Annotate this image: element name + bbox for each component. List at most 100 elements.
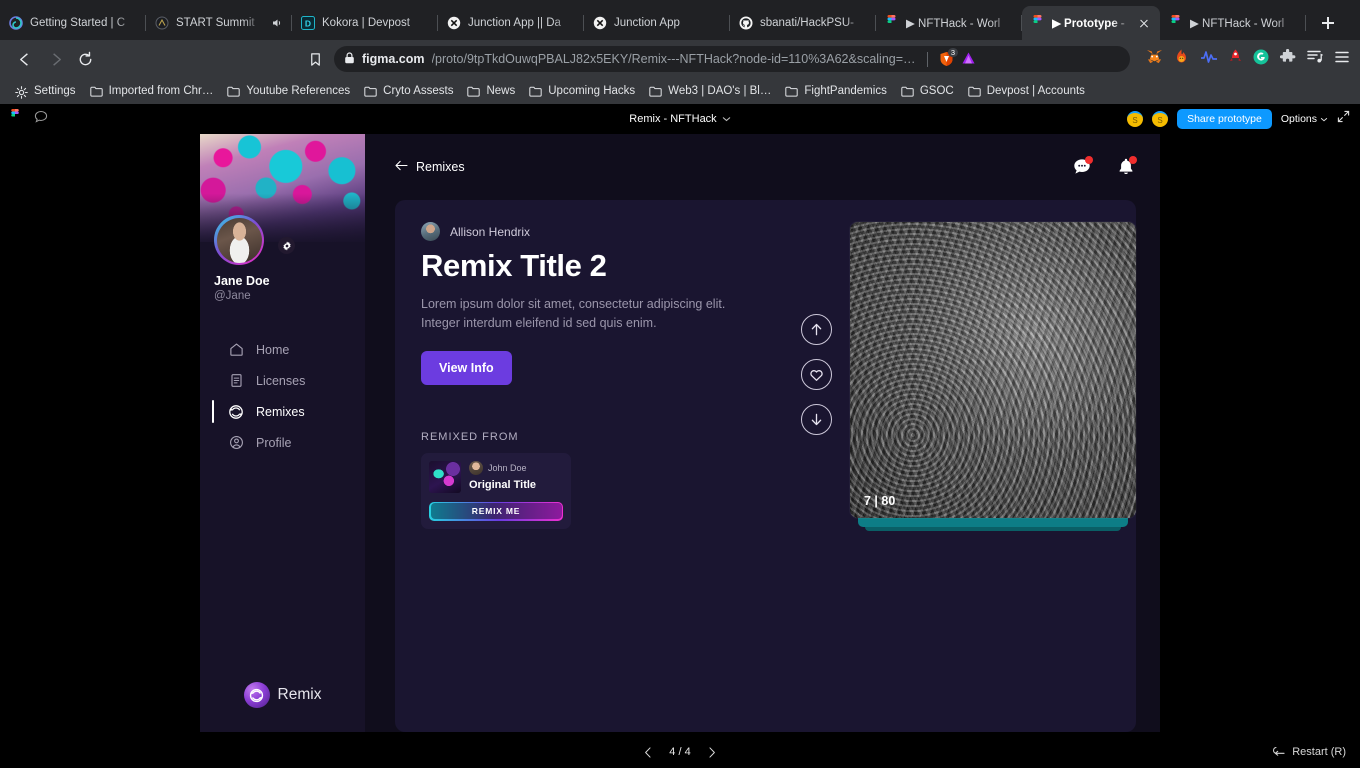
fire-icon[interactable] (1174, 49, 1189, 70)
puzzle-icon[interactable] (1279, 48, 1296, 70)
bookmark-folder[interactable]: Devpost | Accounts (961, 83, 1092, 99)
tab-title: Kokora | Devpost (322, 17, 411, 29)
figma-file-title: Remix - NFTHack (629, 113, 717, 125)
collaborator-avatar[interactable]: S (1127, 111, 1144, 127)
settings-gear-button[interactable] (278, 237, 295, 254)
bookmark-folder[interactable]: GSOC (894, 83, 961, 99)
url-host: figma.com (362, 52, 425, 66)
x-circle-icon (446, 16, 461, 31)
tab-strip: Getting Started | C START Summit D Kokor… (0, 0, 1360, 40)
back-button[interactable] (10, 44, 40, 74)
bookmark-icon[interactable] (300, 44, 330, 74)
app-main: Remixes Allison Hendrix Remix Title 2 Lo… (365, 134, 1160, 732)
reload-button[interactable] (70, 44, 100, 74)
folder-icon (364, 86, 377, 97)
bookmark-folder[interactable]: Youtube References (220, 83, 357, 99)
figma-toolbar: Remix - NFTHack S S Share prototype Opti… (0, 104, 1360, 134)
view-info-button[interactable]: View Info (421, 350, 512, 385)
browser-tab[interactable]: ▶ NFTHack - Worl (1160, 6, 1306, 40)
menu-icon[interactable] (1334, 50, 1350, 69)
arrow-down-circle-icon[interactable] (801, 404, 832, 435)
forward-button[interactable] (40, 44, 70, 74)
remix-logo-icon (243, 682, 270, 708)
chevron-down-icon[interactable] (722, 113, 731, 125)
new-tab-button[interactable] (1314, 9, 1342, 37)
rocket-icon[interactable] (1229, 49, 1242, 70)
metamask-fox-icon[interactable] (1146, 49, 1163, 70)
restart-label: Restart (R) (1292, 746, 1346, 758)
browser-tab[interactable]: Getting Started | C (0, 6, 146, 40)
reading-list-icon[interactable] (1307, 49, 1323, 69)
bookmark-folder[interactable]: Imported from Chr… (83, 83, 221, 99)
back-to-remixes-link[interactable]: Remixes (395, 160, 465, 174)
tab-title: START Summit (176, 17, 255, 29)
bookmark-folder[interactable]: FightPandemics (778, 83, 893, 99)
author-row[interactable]: Allison Hendrix (421, 222, 791, 241)
browser-toolbar: figma.com /proto/9tpTkdOuwqPBALJ82x5EKY/… (0, 40, 1360, 78)
prototype-canvas: Jane Doe @Jane Home Licenses Remixes Pro… (0, 134, 1360, 736)
remix-refresh-icon (228, 404, 244, 420)
browser-tab[interactable]: ▶ NFTHack - Worl (876, 6, 1022, 40)
comment-icon[interactable] (34, 110, 48, 129)
sidebar-item-licenses[interactable]: Licenses (200, 365, 365, 396)
folder-icon (529, 86, 542, 97)
pulse-icon[interactable] (1200, 50, 1218, 69)
restart-button[interactable]: Restart (R) (1272, 746, 1346, 759)
fullscreen-icon[interactable] (1337, 110, 1350, 128)
devpost-icon: D (300, 16, 315, 31)
arrow-up-circle-icon[interactable] (801, 314, 832, 345)
nft-card-stack-layer-2 (865, 527, 1121, 531)
grammarly-icon[interactable] (1253, 49, 1269, 70)
remix-info-column: Allison Hendrix Remix Title 2 Lorem ipsu… (421, 222, 791, 710)
nft-artwork[interactable]: 7 | 80 (850, 222, 1136, 518)
sidebar-item-label: Licenses (256, 373, 306, 388)
omnibox-divider (926, 51, 928, 67)
remixed-from-label: REMIXED FROM (421, 430, 519, 443)
sidebar-item-home[interactable]: Home (200, 334, 365, 365)
user-handle: @Jane (214, 290, 251, 302)
close-icon[interactable] (1136, 15, 1152, 31)
arrow-left-icon (395, 160, 408, 174)
nft-card-wrapper: 7 | 80 (850, 222, 1136, 531)
options-button[interactable]: Options (1281, 113, 1328, 125)
remix-detail-panel: Allison Hendrix Remix Title 2 Lorem ipsu… (395, 200, 1136, 732)
bell-icon[interactable] (1116, 156, 1137, 177)
browser-tab[interactable]: sbanati/HackPSU- (730, 6, 876, 40)
avatar[interactable] (214, 215, 264, 265)
tab-audio-icon[interactable] (269, 16, 284, 31)
user-name: Jane Doe (214, 274, 270, 288)
browser-tab[interactable]: START Summit (146, 6, 292, 40)
address-bar[interactable]: figma.com /proto/9tpTkdOuwqPBALJ82x5EKY/… (334, 46, 1130, 72)
source-remix-card[interactable]: John Doe Original Title REMIX ME (421, 452, 571, 529)
collaborator-avatar[interactable]: S (1152, 111, 1169, 127)
figma-logo-icon[interactable] (10, 109, 20, 129)
bookmark-folder[interactable]: News (460, 83, 522, 99)
bookmark-label: Devpost | Accounts (986, 85, 1085, 97)
bookmark-label: Youtube References (246, 85, 351, 97)
next-page-button[interactable] (707, 746, 717, 758)
app-frame: Jane Doe @Jane Home Licenses Remixes Pro… (200, 134, 1160, 732)
tab-title: ▶ Prototype - (1052, 18, 1125, 30)
heart-circle-icon[interactable] (801, 359, 832, 390)
bookmark-settings[interactable]: Settings (8, 83, 83, 99)
sidebar-item-profile[interactable]: Profile (200, 427, 365, 458)
prev-page-button[interactable] (643, 746, 653, 758)
browser-tab[interactable]: D Kokora | Devpost (292, 6, 438, 40)
sidebar-item-remixes[interactable]: Remixes (200, 396, 365, 427)
remix-me-button[interactable]: REMIX ME (429, 501, 563, 521)
tab-title: Junction App (614, 17, 680, 29)
sidebar-nav: Home Licenses Remixes Profile (200, 334, 365, 458)
share-prototype-button[interactable]: Share prototype (1177, 109, 1272, 129)
tab-title: Getting Started | C (30, 17, 126, 29)
bookmark-folder[interactable]: Web3 | DAO's | Bl… (642, 83, 778, 99)
gear-icon (282, 241, 291, 250)
bookmark-label: GSOC (919, 85, 954, 97)
chat-bubble-icon[interactable] (1072, 156, 1093, 177)
bookmark-folder[interactable]: Cryto Assests (357, 83, 460, 99)
browser-tab-active[interactable]: ▶ Prototype - (1022, 6, 1160, 40)
bookmark-folder[interactable]: Upcoming Hacks (522, 83, 642, 99)
browser-tab[interactable]: Junction App (584, 6, 730, 40)
browser-tab[interactable]: Junction App || Da (438, 6, 584, 40)
brave-rewards-icon[interactable] (961, 51, 976, 68)
brave-shields-icon[interactable]: 3 (939, 48, 958, 67)
